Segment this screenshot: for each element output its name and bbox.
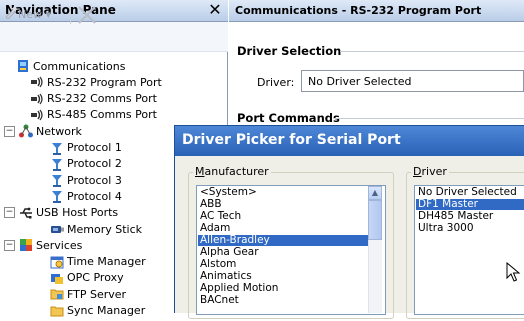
manufacturer-list-item[interactable]: Adam <box>198 223 232 234</box>
tree-item[interactable]: RS-232 Program Port <box>30 74 162 90</box>
collapse-icon[interactable]: − <box>4 207 15 219</box>
new-button-label: New <box>18 8 42 21</box>
tree-item[interactable]: Memory Stick <box>50 221 142 237</box>
collapse-icon[interactable]: − <box>4 239 15 251</box>
driver-selection-title: Driver Selection <box>237 44 342 58</box>
navigation-toolbar <box>0 22 228 52</box>
driver-list-item[interactable]: No Driver Selected <box>416 187 519 198</box>
communications-icon <box>16 59 30 73</box>
manufacturer-list-item[interactable]: Alstom <box>198 259 238 270</box>
tree-item-label: Protocol 2 <box>67 157 122 171</box>
tree-item[interactable]: − USB Host Ports <box>4 205 118 221</box>
driver-group-label: Driver <box>411 165 449 178</box>
manufacturer-list-item[interactable]: BACnet <box>198 295 241 306</box>
services-icon <box>19 238 33 252</box>
manufacturer-list-item[interactable]: Alpha Gear <box>198 247 261 258</box>
manufacturer-list-item[interactable]: <System> <box>198 187 259 198</box>
tree-item-label: Communications <box>33 59 126 73</box>
tree-item[interactable]: OPC Proxy <box>50 270 124 286</box>
close-icon[interactable]: ✕ <box>206 1 224 19</box>
serial-port-icon <box>30 108 44 122</box>
tree-item[interactable]: FTP Server <box>50 286 126 302</box>
tree-item[interactable]: − Services <box>4 237 82 253</box>
driver-field-value: No Driver Selected <box>308 75 412 88</box>
tree-item[interactable]: − Network <box>4 123 82 139</box>
tree-item[interactable]: Protocol 3 <box>50 172 122 188</box>
tree-item-label: Protocol 4 <box>67 189 122 203</box>
manufacturer-label: Manufacturer <box>193 165 271 178</box>
tree-item[interactable]: RS-485 Comms Port <box>30 107 157 123</box>
new-button[interactable]: New ▾ <box>18 8 51 21</box>
tree-item-label: Network <box>36 124 82 138</box>
tree-item-label: Protocol 1 <box>67 141 122 154</box>
tree-item[interactable]: Protocol 4 <box>50 188 122 204</box>
tree-item[interactable]: RS-232 Comms Port <box>30 91 157 107</box>
serial-port-icon <box>30 75 44 89</box>
time-manager-icon <box>50 255 64 269</box>
collapse-icon[interactable]: − <box>4 125 15 137</box>
tree-item[interactable]: Communications <box>16 58 125 74</box>
mouse-cursor-icon <box>506 262 521 282</box>
driver-label: Driver: <box>257 76 295 89</box>
tree-item-label: USB Host Ports <box>36 206 119 220</box>
tree-item-label: Protocol 3 <box>67 173 122 187</box>
chevron-up-icon[interactable]: ▲ <box>368 186 382 200</box>
manufacturer-list-item[interactable]: Allen-Bradley <box>198 235 370 246</box>
tree-item-label: RS-485 Comms Port <box>47 108 157 122</box>
tree-item-label: Time Manager <box>67 255 146 269</box>
tree-item-label: FTP Server <box>67 287 127 301</box>
chevron-down-icon: ▾ <box>45 8 52 21</box>
tree-item-label: Sync Manager <box>67 304 146 317</box>
tree-item-label: OPC Proxy <box>67 271 124 285</box>
dialog-title: Driver Picker for Serial Port <box>182 132 401 148</box>
protocol-icon <box>50 189 64 204</box>
divider <box>340 51 524 52</box>
manufacturer-list-item[interactable]: AC Tech <box>198 211 243 222</box>
sync-manager-icon <box>50 304 64 318</box>
driver-list-item[interactable]: Ultra 3000 <box>416 223 476 234</box>
opc-proxy-icon <box>50 271 64 285</box>
ftp-server-icon <box>50 287 64 301</box>
manufacturer-list-item[interactable]: Applied Motion <box>198 283 280 294</box>
usb-icon <box>19 206 33 220</box>
tree-item-label: RS-232 Program Port <box>47 75 162 89</box>
tree-item[interactable]: Time Manager <box>50 254 146 270</box>
driver-list-item[interactable]: DF1 Master <box>416 199 524 210</box>
memory-stick-icon <box>50 222 64 236</box>
manufacturer-list-item[interactable]: Animatics <box>198 271 254 282</box>
network-icon <box>19 124 33 138</box>
port-commands-title: Port Commands <box>237 111 340 125</box>
tree-item[interactable]: Sync Manager <box>50 303 145 319</box>
tree-item-label: Memory Stick <box>67 222 143 236</box>
tree-item-label: Services <box>36 238 83 252</box>
manufacturer-list-item[interactable]: ABB <box>198 199 224 210</box>
protocol-icon <box>50 141 64 155</box>
protocol-icon <box>50 157 64 171</box>
divider <box>334 118 524 119</box>
new-item-icon <box>5 6 17 19</box>
serial-port-icon <box>30 92 44 106</box>
scrollbar-thumb[interactable] <box>368 200 382 240</box>
protocol-icon <box>50 173 64 188</box>
delete-icon[interactable] <box>76 4 98 26</box>
toolbar-separator <box>70 6 71 24</box>
tree-item[interactable]: Protocol 1 <box>50 140 122 156</box>
tree-item-label: RS-232 Comms Port <box>47 92 157 106</box>
driver-list-item[interactable]: DH485 Master <box>416 211 495 222</box>
tree-item[interactable]: Protocol 2 <box>50 156 122 172</box>
main-pane-title: Communications - RS-232 Program Port <box>235 4 482 17</box>
